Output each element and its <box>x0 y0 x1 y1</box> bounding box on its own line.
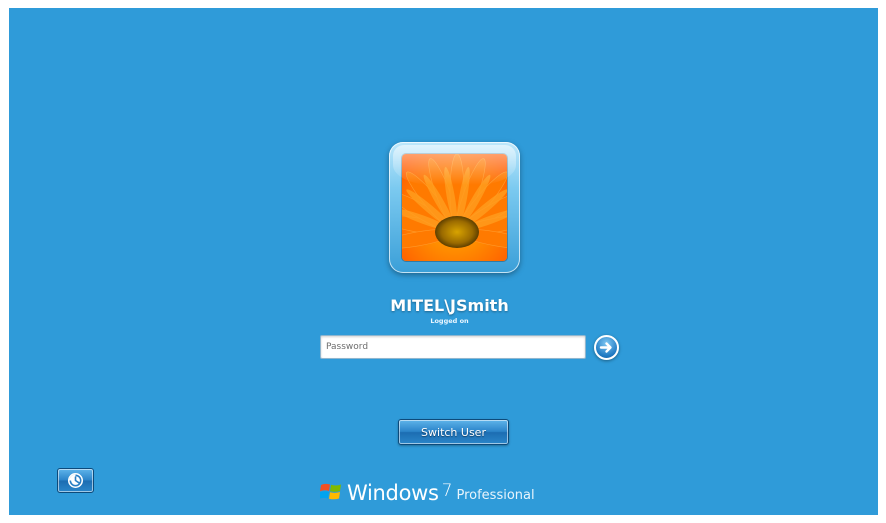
logon-status: Logged on <box>430 317 469 325</box>
windows-branding: Windows 7 Professional <box>320 475 535 505</box>
flower-icon <box>402 154 507 261</box>
arrow-right-icon <box>599 342 612 353</box>
submit-button[interactable] <box>594 335 619 360</box>
account-name: MITEL\JSmith <box>390 296 509 315</box>
ease-of-access-icon <box>68 473 83 488</box>
password-input[interactable] <box>320 335 586 359</box>
user-avatar <box>389 142 520 273</box>
ease-of-access-button[interactable] <box>57 468 94 493</box>
brand-name: Windows <box>347 481 439 505</box>
windows-flag-icon <box>320 483 341 500</box>
brand-edition: Professional <box>456 488 535 503</box>
brand-version: 7 <box>441 481 453 501</box>
switch-user-button[interactable]: Switch User <box>398 419 509 445</box>
logon-screen: MITEL\JSmith Logged on Switch User Windo… <box>9 8 878 515</box>
